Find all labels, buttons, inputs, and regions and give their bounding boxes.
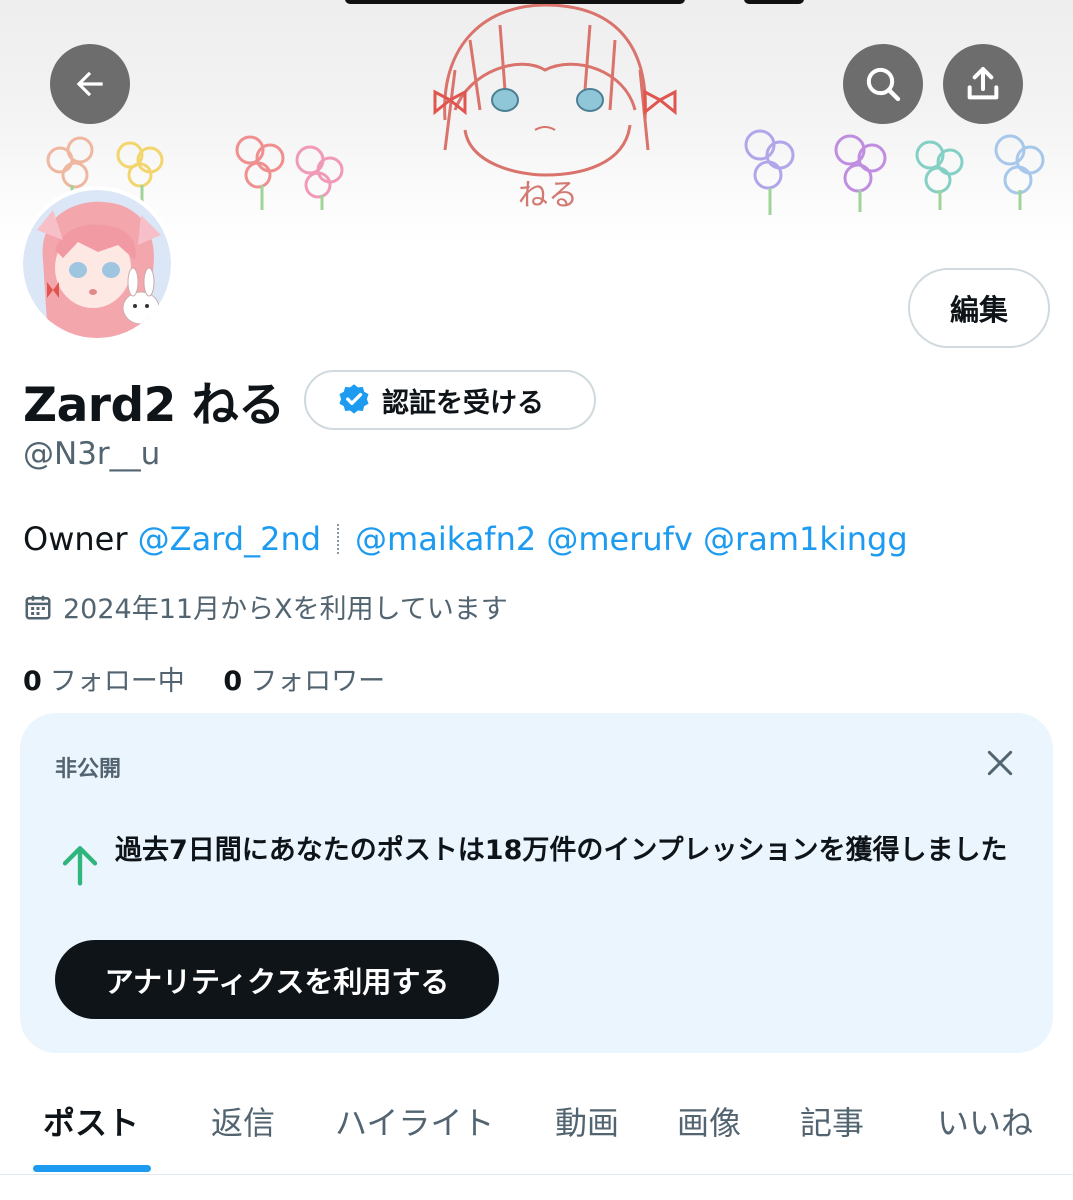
display-name: Zard2 ねる (23, 378, 285, 433)
banner-caption: ねる (518, 178, 578, 213)
arrow-up-icon (62, 846, 98, 886)
bio-separator (337, 524, 340, 554)
tab-articles[interactable]: 記事 (800, 1098, 864, 1144)
tab-images[interactable]: 画像 (677, 1098, 741, 1144)
private-label: 非公開 (55, 757, 122, 782)
calendar-icon (25, 595, 51, 619)
tab-posts[interactable]: ポスト (43, 1098, 139, 1144)
profile-bio: Owner @Zard_2nd @maikafn2 @merufv @ram1ki… (23, 520, 908, 558)
bio-mention[interactable]: @ram1kingg (703, 520, 908, 558)
active-tab-indicator (33, 1165, 151, 1172)
search-icon (866, 67, 901, 102)
analytics-card: 非公開 過去7日間にあなたのポストは18万件のインプレッションを獲得しました ア… (20, 713, 1053, 1053)
avatar[interactable] (19, 186, 175, 342)
get-verified-button[interactable]: 認証を受ける (304, 370, 596, 430)
followers-count: 0 (223, 666, 243, 697)
impressions-message: 過去7日間にあなたのポストは18万件のインプレッションを獲得しました (115, 835, 1008, 866)
banner-drawing: ねる (46, 3, 1045, 215)
profile-banner: ねる (0, 0, 1073, 245)
profile-tabs: ポスト 返信 ハイライト 動画 画像 記事 いいね (0, 1080, 1073, 1175)
tab-replies[interactable]: 返信 (211, 1098, 275, 1144)
share-button[interactable] (943, 44, 1023, 124)
bio-prefix: Owner (23, 520, 128, 558)
status-notch (345, 0, 685, 4)
joined-date: 2024年11月からXを利用しています (23, 587, 508, 626)
following-link[interactable]: 0 フォロー中 (23, 659, 185, 698)
avatar-illustration (23, 190, 171, 338)
share-upload-icon (967, 67, 999, 100)
joined-text: 2024年11月からXを利用しています (63, 594, 508, 625)
tab-highlights[interactable]: ハイライト (335, 1098, 494, 1144)
bio-mention[interactable]: @merufv (546, 520, 693, 558)
user-handle: @N3r__u (23, 436, 161, 472)
back-button[interactable] (50, 44, 130, 124)
followers-link[interactable]: 0 フォロワー (223, 659, 385, 698)
followers-label: フォロワー (250, 666, 386, 697)
bio-mention[interactable]: @maikafn2 (355, 520, 536, 558)
tab-likes[interactable]: いいね (937, 1098, 1033, 1144)
close-icon (987, 750, 1013, 776)
close-button[interactable] (980, 743, 1020, 783)
tab-videos[interactable]: 動画 (555, 1098, 619, 1144)
status-notch-dot (744, 0, 804, 4)
get-verified-label: 認証を受ける (382, 387, 544, 419)
analytics-button[interactable]: アナリティクスを利用する (55, 940, 499, 1019)
follow-counts: 0 フォロー中 0 フォロワー (23, 659, 415, 698)
following-label: フォロー中 (49, 666, 185, 697)
arrow-left-icon (76, 71, 103, 97)
bio-mention[interactable]: @Zard_2nd (138, 520, 321, 558)
verified-badge-icon (339, 384, 369, 414)
following-count: 0 (23, 666, 42, 697)
search-button[interactable] (843, 44, 923, 124)
edit-profile-button[interactable]: 編集 (908, 268, 1050, 348)
